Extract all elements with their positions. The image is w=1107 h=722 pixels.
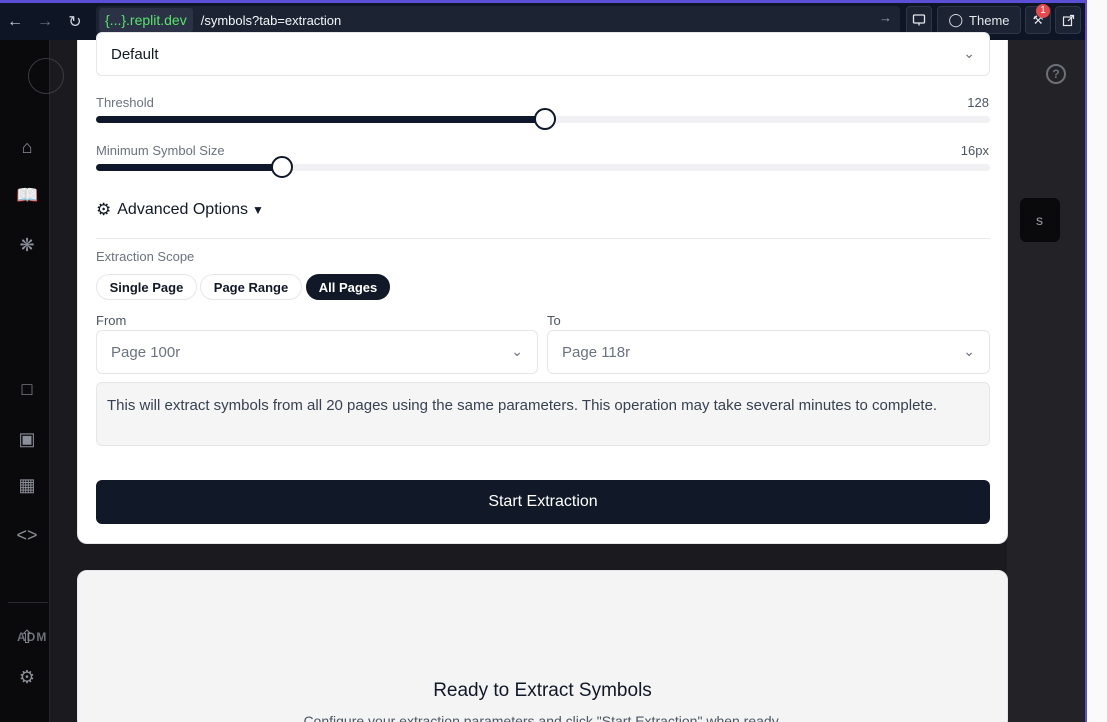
external-link-icon: [1062, 14, 1074, 26]
devtools-button[interactable]: [906, 6, 932, 34]
theme-button[interactable]: ◯ Theme: [937, 6, 1021, 34]
min-symbol-size-value: 16px: [960, 143, 989, 158]
go-arrow-icon[interactable]: →: [879, 10, 892, 25]
threshold-slider-fill: [96, 116, 545, 123]
back-icon[interactable]: ←: [0, 5, 30, 39]
extraction-settings-panel: Default ⌄ Threshold 128 Minimum Symbol S…: [77, 32, 1008, 544]
code-icon[interactable]: <>: [16, 524, 38, 546]
to-label: To: [547, 313, 561, 328]
empty-state-title: Ready to Extract Symbols: [433, 680, 652, 701]
open-external-button[interactable]: [1055, 6, 1081, 34]
empty-state-card: Ready to Extract Symbols Configure your …: [77, 570, 1008, 722]
sidebar-divider: [8, 602, 48, 603]
gallery-icon[interactable]: ▦: [16, 474, 38, 496]
extraction-scope-label: Extraction Scope: [96, 249, 195, 264]
min-symbol-size-slider-thumb[interactable]: [270, 156, 293, 178]
url-bar[interactable]: {...}.replit.dev /symbols?tab=extraction…: [96, 6, 900, 34]
preset-select[interactable]: Default ⌄: [96, 32, 990, 76]
info-notice: This will extract symbols from all 20 pa…: [96, 382, 990, 446]
gear-icon[interactable]: ⚙: [16, 666, 38, 688]
scope-page-range[interactable]: Page Range: [200, 274, 302, 300]
chevron-down-icon: ⌄: [963, 343, 975, 359]
chevron-down-icon: ⌄: [511, 343, 523, 359]
window-edge: [1085, 0, 1107, 722]
scope-all-pages[interactable]: All Pages: [306, 274, 390, 300]
monitor-icon: [912, 14, 926, 26]
avatar[interactable]: [28, 58, 64, 94]
threshold-slider-thumb[interactable]: [533, 108, 556, 130]
threshold-label: Threshold: [96, 95, 154, 110]
section-divider: [96, 238, 990, 239]
to-page-value: Page 118r: [562, 343, 631, 361]
from-page-select[interactable]: Page 100r ⌄: [96, 330, 538, 374]
help-icon[interactable]: ?: [1046, 64, 1066, 84]
advanced-options-toggle[interactable]: ⚙ Advanced Options ▼: [96, 200, 264, 220]
preset-value: Default: [111, 45, 159, 63]
chat-icon[interactable]: □: [16, 378, 38, 400]
threshold-value: 128: [967, 95, 989, 110]
forward-icon[interactable]: →: [30, 5, 60, 39]
min-symbol-size-label: Minimum Symbol Size: [96, 143, 225, 158]
from-page-value: Page 100r: [111, 343, 181, 361]
min-symbol-size-slider-fill: [96, 164, 282, 171]
caret-down-icon: ▼: [252, 203, 264, 217]
start-extraction-button[interactable]: Start Extraction: [96, 480, 990, 524]
gear-icon: ⚙: [96, 200, 112, 219]
min-symbol-size-slider[interactable]: [96, 156, 990, 178]
home-icon[interactable]: ⌂: [16, 136, 38, 158]
palette-icon: ◯: [948, 12, 964, 27]
chevron-down-icon: ⌄: [963, 45, 975, 61]
advanced-options-label: Advanced Options: [117, 201, 248, 218]
threshold-slider[interactable]: [96, 108, 990, 130]
robot-icon[interactable]: ▣: [16, 428, 38, 450]
url-path: /symbols?tab=extraction: [200, 12, 342, 28]
empty-state-subtitle: Configure your extraction parameters and…: [303, 713, 782, 722]
reload-icon[interactable]: ↻: [60, 5, 90, 39]
to-page-select[interactable]: Page 118r ⌄: [547, 330, 990, 374]
background-button: s: [1020, 198, 1060, 242]
from-label: From: [96, 313, 127, 328]
background-content: [1007, 40, 1085, 722]
puzzle-icon[interactable]: ❋: [16, 234, 38, 256]
theme-label: Theme: [969, 12, 1010, 28]
upload-icon[interactable]: ⇧: [16, 626, 38, 648]
book-icon[interactable]: 📖: [16, 184, 38, 206]
scope-single-page[interactable]: Single Page: [96, 274, 197, 300]
notification-badge: 1: [1036, 4, 1050, 18]
app-sidebar: ⌂ 📖 ❋ □ ▣ ▦ <> ADM ⇧ ⚙: [0, 40, 64, 722]
url-host: {...}.replit.dev: [99, 8, 193, 32]
